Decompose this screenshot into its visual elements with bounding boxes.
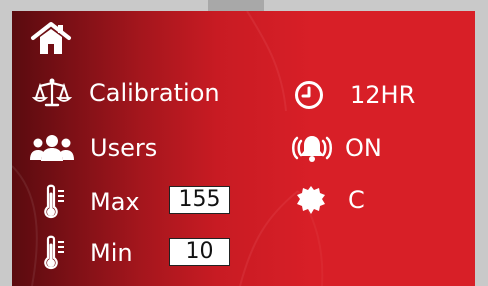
max-menu-item[interactable]: Max xyxy=(40,184,140,220)
users-menu-item[interactable]: Users xyxy=(29,133,157,163)
thermometer-icon xyxy=(40,235,70,271)
users-icon xyxy=(29,133,75,163)
alarm-bell-icon xyxy=(289,132,335,164)
users-label: Users xyxy=(90,134,158,162)
alarm-state-label: ON xyxy=(345,134,382,162)
gear-badge-icon xyxy=(296,185,326,215)
home-icon xyxy=(30,21,72,57)
calibration-label: Calibration xyxy=(89,79,220,107)
min-menu-item[interactable]: Min xyxy=(40,235,133,271)
home-button[interactable] xyxy=(30,21,72,57)
alarm-setting[interactable]: ON xyxy=(289,132,382,164)
calibration-menu-item[interactable]: Calibration xyxy=(28,77,220,109)
time-format-label: 12HR xyxy=(350,81,416,109)
unit-label: C xyxy=(348,186,365,214)
max-label: Max xyxy=(90,188,140,216)
clock-icon xyxy=(293,79,325,111)
thermometer-icon xyxy=(40,184,70,220)
time-format-setting[interactable]: 12HR xyxy=(293,79,415,111)
min-value-field[interactable]: 10 xyxy=(169,238,230,266)
settings-panel: Calibration Users Max Min 155 10 12HR ON… xyxy=(12,11,475,286)
scale-icon xyxy=(28,77,76,109)
min-label: Min xyxy=(90,239,133,267)
unit-setting[interactable]: C xyxy=(296,185,365,215)
max-value-field[interactable]: 155 xyxy=(169,186,230,214)
